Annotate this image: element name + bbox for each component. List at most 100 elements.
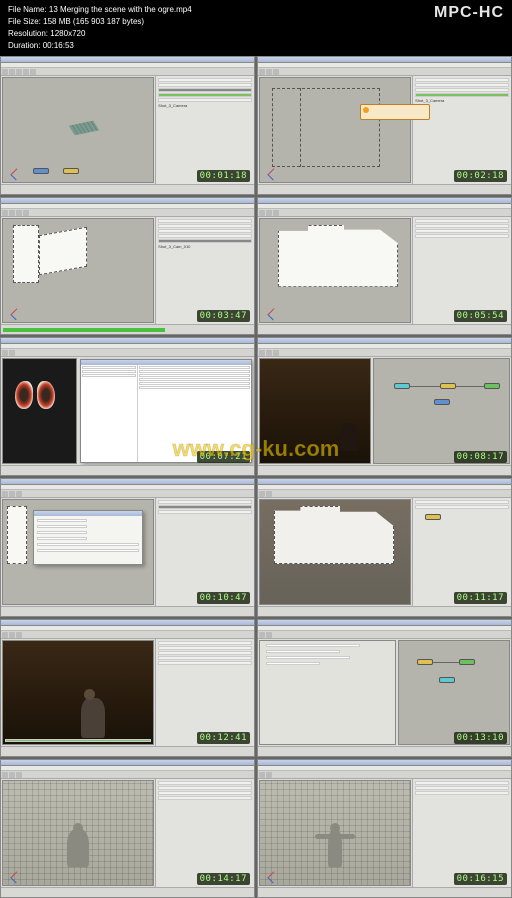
window-toolbar: [1, 490, 254, 498]
toolbar-icon: [9, 491, 15, 497]
text-line: [266, 656, 350, 659]
dialog-field: [37, 525, 87, 528]
status-bar: [258, 465, 511, 475]
properties-panel: [412, 498, 511, 606]
window-toolbar: [258, 490, 511, 498]
node-icon: [63, 168, 79, 174]
warning-popup: [360, 104, 430, 120]
thumbnail[interactable]: 00:05:54: [257, 197, 512, 336]
properties-panel: [155, 498, 254, 606]
mesh-plane-icon: [68, 121, 99, 136]
timecode-overlay: 00:11:17: [454, 592, 507, 604]
panel-field: [158, 786, 252, 790]
thumbnail[interactable]: 00:12:41: [0, 619, 255, 758]
toolbar-icon: [259, 772, 265, 778]
node-icon: [33, 168, 49, 174]
viewport-render: [2, 640, 154, 746]
timecode-overlay: 00:07:21: [197, 451, 250, 463]
tree-item: [82, 374, 136, 377]
panel-field: [415, 786, 509, 790]
thumbnail[interactable]: Shot_3_Camera 00:02:18: [257, 56, 512, 195]
properties-panel: [155, 779, 254, 887]
toolbar-icon: [266, 772, 272, 778]
panel-field: [158, 88, 252, 92]
node-icon: [425, 514, 441, 520]
node-wire: [456, 386, 484, 387]
dialog-field: [37, 519, 87, 522]
file-item: [139, 382, 250, 385]
toolbar-icon: [273, 69, 279, 75]
status-bar: [1, 465, 254, 475]
toolbar-icon: [9, 632, 15, 638]
viewport-3d: [2, 77, 154, 183]
timecode-overlay: 00:01:18: [197, 170, 250, 182]
text-line: [266, 644, 360, 647]
thumbnail[interactable]: 00:08:17: [257, 337, 512, 476]
wing-icon: [15, 381, 33, 409]
toolbar-icon: [2, 69, 8, 75]
dialog-field: [37, 531, 87, 534]
thumb-body: [1, 357, 254, 465]
dialog-field: [37, 537, 87, 540]
toolbar-icon: [2, 632, 8, 638]
file-item: [139, 370, 250, 373]
thumb-body: Shot_3_Camera: [1, 76, 254, 184]
panel-field: [158, 224, 252, 228]
file-list: [138, 365, 251, 462]
status-bar: [1, 184, 254, 194]
dialog-field: [37, 549, 139, 552]
file-meta-block: File Name: 13 Merging the scene with the…: [8, 4, 192, 52]
node-icon: [439, 677, 455, 683]
status-bar: [1, 746, 254, 756]
thumbnail[interactable]: 00:10:47: [0, 478, 255, 617]
node-wire: [410, 386, 440, 387]
thumb-body: [1, 498, 254, 606]
thumbnail[interactable]: 00:16:15: [257, 759, 512, 898]
properties-panel: Shot_3_Camera: [155, 76, 254, 184]
thumbnail[interactable]: 00:13:10: [257, 619, 512, 758]
file-browser-dialog: [80, 359, 252, 463]
wall-wireframe-icon: [300, 88, 301, 167]
panel-field: [158, 234, 252, 238]
viewport-3d: [2, 499, 154, 605]
panel-field: [415, 791, 509, 795]
file-size-value: 158 MB (165 903 187 bytes): [43, 17, 144, 26]
toolbar-icon: [9, 350, 15, 356]
axis-gizmo-icon: [263, 169, 273, 179]
resolution-label: Resolution:: [8, 29, 48, 38]
window-toolbar: [258, 209, 511, 217]
thumbnail[interactable]: 00:11:17: [257, 478, 512, 617]
thumb-body: Shot_3_Cam_010: [1, 217, 254, 325]
text-line: [266, 650, 340, 653]
duration-value: 00:16:53: [43, 41, 74, 50]
file-name-value: 13 Merging the scene with the ogre.mp4: [49, 5, 192, 14]
toolbar-icon: [259, 632, 265, 638]
timecode-overlay: 00:12:41: [197, 732, 250, 744]
thumbnail[interactable]: Shot_3_Camera 00:01:18: [0, 56, 255, 195]
thumb-body: Shot_3_Camera: [258, 76, 511, 184]
toolbar-icon: [266, 350, 272, 356]
window-toolbar: [258, 771, 511, 779]
wing-icon: [37, 381, 55, 409]
thumb-body: [258, 498, 511, 606]
status-bar: [258, 606, 511, 616]
toolbar-icon: [9, 210, 15, 216]
toolbar-icon: [273, 210, 279, 216]
toolbar-icon: [23, 69, 29, 75]
thumbnail[interactable]: Shot_3_Cam_010 00:03:47: [0, 197, 255, 336]
panel-field: [158, 661, 252, 665]
timecode-overlay: 00:16:15: [454, 873, 507, 885]
camera-label: Shot_3_Cam_010: [158, 244, 252, 249]
panel-field: [415, 505, 509, 509]
toolbar-icon: [259, 350, 265, 356]
toolbar-icon: [259, 69, 265, 75]
timecode-overlay: 00:08:17: [454, 451, 507, 463]
panel-status-row: [158, 93, 252, 97]
thumbnail[interactable]: 00:07:21: [0, 337, 255, 476]
panel-field: [158, 239, 252, 243]
panel-field: [415, 83, 509, 87]
node-wire: [433, 662, 459, 663]
timecode-overlay: 00:13:10: [454, 732, 507, 744]
thumbnail[interactable]: 00:14:17: [0, 759, 255, 898]
toolbar-icon: [266, 210, 272, 216]
